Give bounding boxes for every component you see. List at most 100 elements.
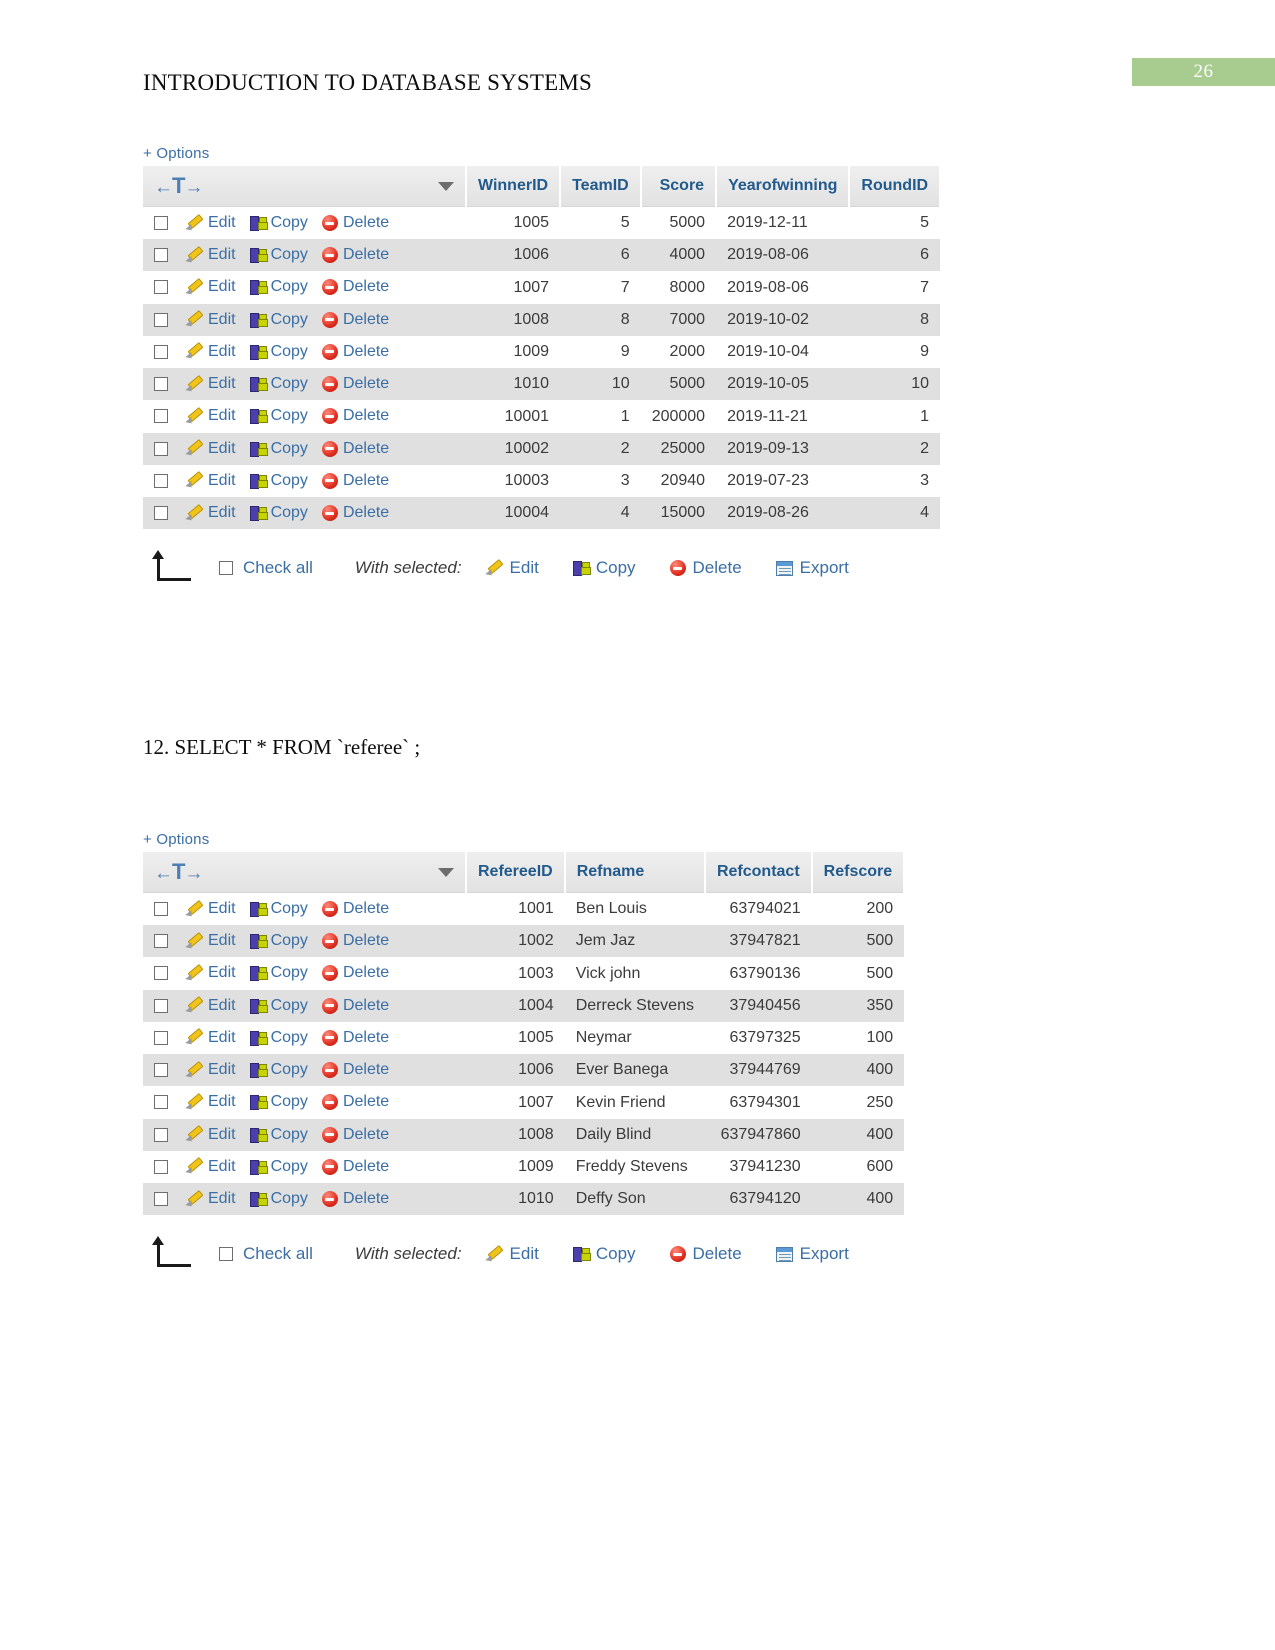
footer-delete-button[interactable]: Delete <box>669 1244 742 1264</box>
row-copy-button[interactable]: Copy <box>249 343 308 361</box>
row-delete-button[interactable]: Delete <box>321 964 389 982</box>
row-edit-button[interactable]: Edit <box>186 1126 236 1144</box>
row-select-checkbox[interactable] <box>154 216 168 230</box>
row-copy-button[interactable]: Copy <box>249 1126 308 1144</box>
row-copy-button[interactable]: Copy <box>249 278 308 296</box>
options-toggle-winner[interactable]: + Options <box>143 145 209 162</box>
row-copy-button[interactable]: Copy <box>249 964 308 982</box>
row-edit-button[interactable]: Edit <box>186 932 236 950</box>
row-delete-button[interactable]: Delete <box>321 343 389 361</box>
column-header-refereeid[interactable]: RefereeID <box>466 852 566 893</box>
row-select-checkbox[interactable] <box>154 280 168 295</box>
row-edit-button[interactable]: Edit <box>186 246 236 264</box>
footer-edit-button[interactable]: Edit <box>486 558 539 578</box>
row-delete-button[interactable]: Delete <box>321 214 389 232</box>
row-select-checkbox[interactable] <box>154 1159 168 1174</box>
row-delete-button[interactable]: Delete <box>321 278 389 296</box>
row-copy-button[interactable]: Copy <box>249 1061 308 1079</box>
row-select-checkbox[interactable] <box>154 934 168 949</box>
row-edit-button[interactable]: Edit <box>186 504 236 522</box>
footer-delete-button[interactable]: Delete <box>669 558 742 578</box>
row-edit-button[interactable]: Edit <box>186 375 236 393</box>
row-select-checkbox[interactable] <box>154 1127 168 1142</box>
row-select-checkbox[interactable] <box>154 966 168 981</box>
row-select-checkbox[interactable] <box>154 902 168 916</box>
row-select-checkbox[interactable] <box>154 441 168 456</box>
column-header-teamid[interactable]: TeamID <box>560 166 642 207</box>
row-edit-button[interactable]: Edit <box>186 278 236 296</box>
table-navigation-icons[interactable]: ←T→ <box>154 859 203 885</box>
row-edit-button[interactable]: Edit <box>186 440 236 458</box>
table-navigation-icons[interactable]: ←T→ <box>154 173 203 199</box>
row-edit-button[interactable]: Edit <box>186 997 236 1015</box>
row-copy-button[interactable]: Copy <box>249 900 308 918</box>
footer-copy-button[interactable]: Copy <box>572 558 636 578</box>
row-copy-button[interactable]: Copy <box>249 246 308 264</box>
row-delete-button[interactable]: Delete <box>321 932 389 950</box>
column-header-yearofwinning[interactable]: Yearofwinning <box>716 166 851 207</box>
check-all-checkbox[interactable] <box>219 561 233 576</box>
column-header-roundid[interactable]: RoundID <box>849 166 942 207</box>
check-all-checkbox[interactable] <box>219 1247 233 1262</box>
row-edit-button[interactable]: Edit <box>186 900 236 918</box>
check-all-referee[interactable]: Check all <box>219 1244 313 1264</box>
row-edit-button[interactable]: Edit <box>186 311 236 329</box>
column-header-refcontact[interactable]: Refcontact <box>704 852 813 893</box>
row-copy-button[interactable]: Copy <box>249 440 308 458</box>
column-header-winnerid[interactable]: WinnerID <box>466 166 562 207</box>
footer-export-button[interactable]: Export <box>775 1244 849 1264</box>
row-delete-button[interactable]: Delete <box>321 1093 389 1111</box>
row-delete-button[interactable]: Delete <box>321 1190 389 1208</box>
row-copy-button[interactable]: Copy <box>249 1029 308 1047</box>
row-delete-button[interactable]: Delete <box>321 246 389 264</box>
row-copy-button[interactable]: Copy <box>249 1158 308 1176</box>
row-edit-button[interactable]: Edit <box>186 343 236 361</box>
row-delete-button[interactable]: Delete <box>321 407 389 425</box>
row-delete-button[interactable]: Delete <box>321 311 389 329</box>
row-delete-button[interactable]: Delete <box>321 1061 389 1079</box>
row-copy-button[interactable]: Copy <box>249 311 308 329</box>
chevron-down-icon[interactable] <box>438 181 454 191</box>
row-select-checkbox[interactable] <box>154 312 168 327</box>
row-copy-button[interactable]: Copy <box>249 1093 308 1111</box>
row-edit-button[interactable]: Edit <box>186 1093 236 1111</box>
row-copy-button[interactable]: Copy <box>249 407 308 425</box>
row-select-checkbox[interactable] <box>154 248 168 263</box>
row-select-checkbox[interactable] <box>154 377 168 392</box>
row-select-checkbox[interactable] <box>154 409 168 424</box>
chevron-down-icon[interactable] <box>438 867 454 877</box>
row-delete-button[interactable]: Delete <box>321 504 389 522</box>
row-select-checkbox[interactable] <box>154 1192 168 1207</box>
row-select-checkbox[interactable] <box>154 1063 168 1078</box>
row-copy-button[interactable]: Copy <box>249 375 308 393</box>
row-copy-button[interactable]: Copy <box>249 472 308 490</box>
footer-export-button[interactable]: Export <box>775 558 849 578</box>
row-select-checkbox[interactable] <box>154 344 168 359</box>
row-delete-button[interactable]: Delete <box>321 997 389 1015</box>
footer-edit-button[interactable]: Edit <box>486 1244 539 1264</box>
row-copy-button[interactable]: Copy <box>249 504 308 522</box>
row-edit-button[interactable]: Edit <box>186 472 236 490</box>
row-edit-button[interactable]: Edit <box>186 1029 236 1047</box>
row-edit-button[interactable]: Edit <box>186 1061 236 1079</box>
options-toggle-referee[interactable]: + Options <box>143 831 209 848</box>
row-edit-button[interactable]: Edit <box>186 214 236 232</box>
column-header-refname[interactable]: Refname <box>564 852 706 893</box>
check-all-winner[interactable]: Check all <box>219 558 313 578</box>
row-delete-button[interactable]: Delete <box>321 1029 389 1047</box>
row-copy-button[interactable]: Copy <box>249 1190 308 1208</box>
footer-copy-button[interactable]: Copy <box>572 1244 636 1264</box>
row-select-checkbox[interactable] <box>154 1095 168 1110</box>
row-delete-button[interactable]: Delete <box>321 472 389 490</box>
row-delete-button[interactable]: Delete <box>321 440 389 458</box>
row-select-checkbox[interactable] <box>154 473 168 488</box>
row-delete-button[interactable]: Delete <box>321 1126 389 1144</box>
column-header-score[interactable]: Score <box>640 166 718 207</box>
row-select-checkbox[interactable] <box>154 506 168 521</box>
row-edit-button[interactable]: Edit <box>186 1158 236 1176</box>
row-select-checkbox[interactable] <box>154 1030 168 1045</box>
row-edit-button[interactable]: Edit <box>186 407 236 425</box>
row-delete-button[interactable]: Delete <box>321 900 389 918</box>
row-copy-button[interactable]: Copy <box>249 932 308 950</box>
row-delete-button[interactable]: Delete <box>321 1158 389 1176</box>
